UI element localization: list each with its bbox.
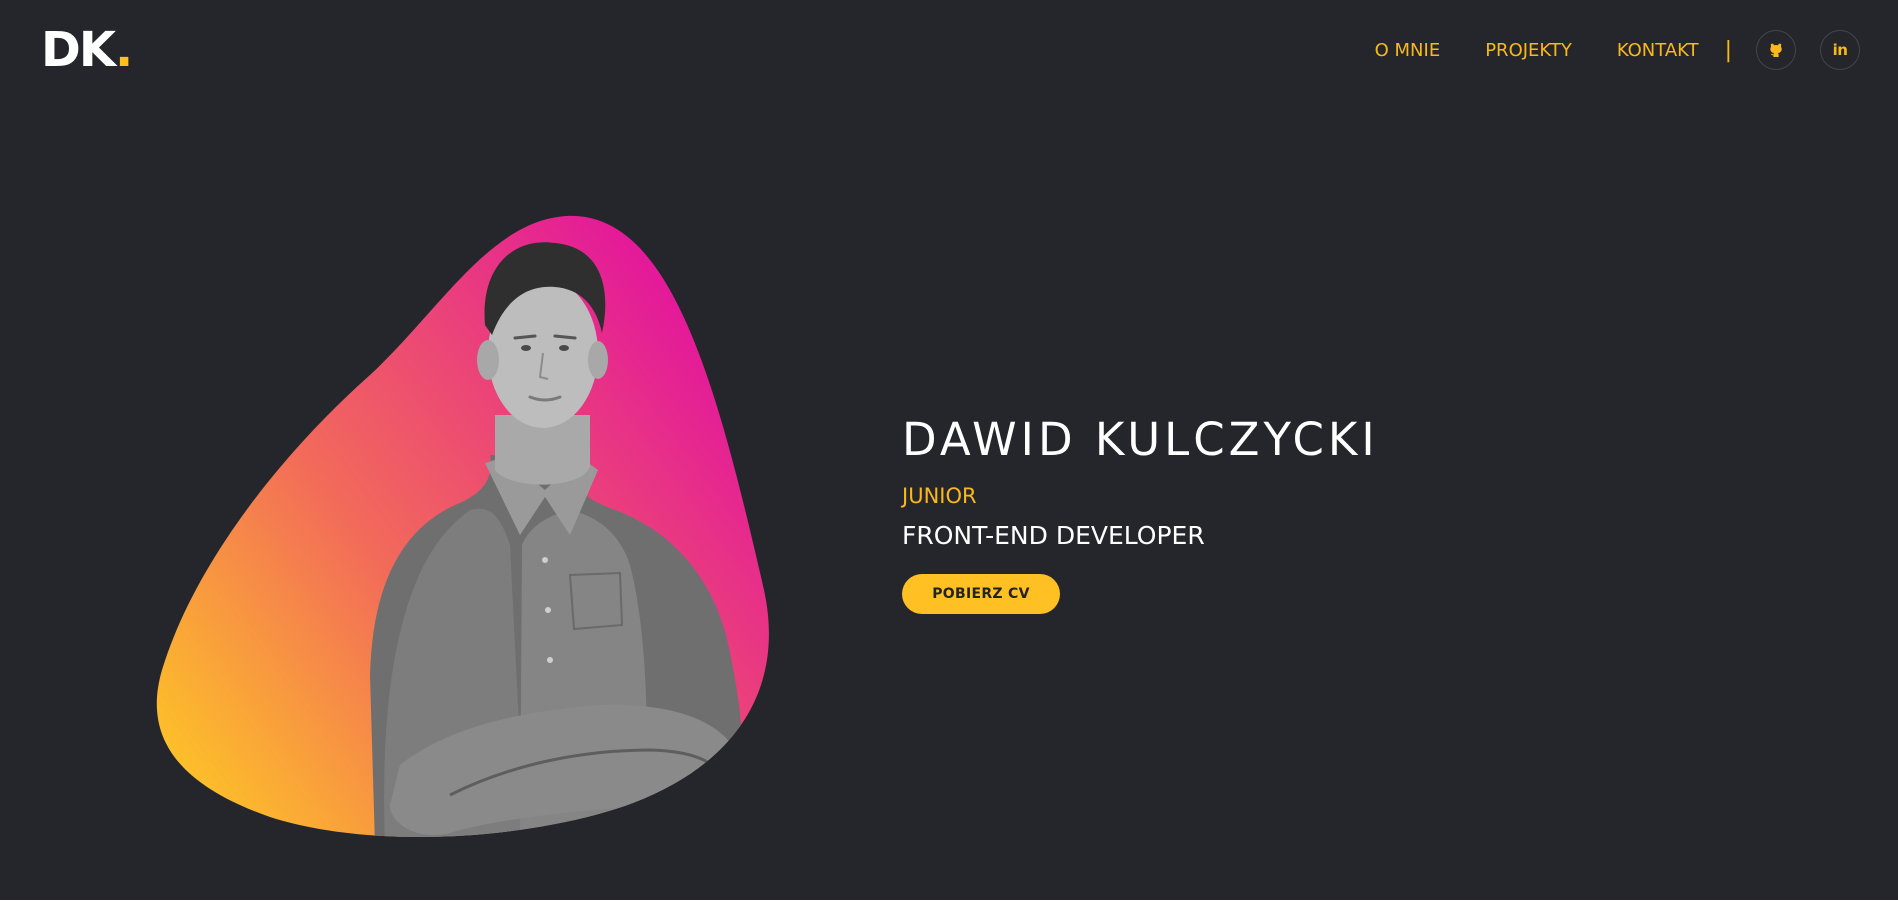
gradient-blob [156,215,769,838]
logo-dot: . [115,22,133,78]
hero-level: JUNIOR [902,484,977,508]
page: DK. O MNIE PROJEKTY KONTAKT | in DAWID K… [0,0,1898,900]
logo[interactable]: DK. [41,22,133,78]
linkedin-button[interactable]: in [1820,30,1860,70]
nav-link-o-mnie[interactable]: O MNIE [1375,40,1441,61]
linkedin-icon: in [1832,41,1848,59]
download-cv-button[interactable]: POBIERZ CV [902,574,1060,614]
hero-image [150,205,790,845]
github-icon [1770,43,1782,57]
nav-link-kontakt[interactable]: KONTAKT [1617,40,1699,61]
hero-text: DAWID KULCZYCKI JUNIOR FRONT-END DEVELOP… [902,408,1379,614]
hero-role: FRONT-END DEVELOPER [902,521,1205,550]
nav-separator: | [1724,37,1732,63]
main-nav: O MNIE PROJEKTY KONTAKT | in [1375,29,1860,71]
hero-name: DAWID KULCZYCKI [902,413,1379,466]
nav-link-projekty[interactable]: PROJEKTY [1485,40,1572,61]
logo-text: DK [41,22,116,78]
github-button[interactable] [1756,30,1796,70]
